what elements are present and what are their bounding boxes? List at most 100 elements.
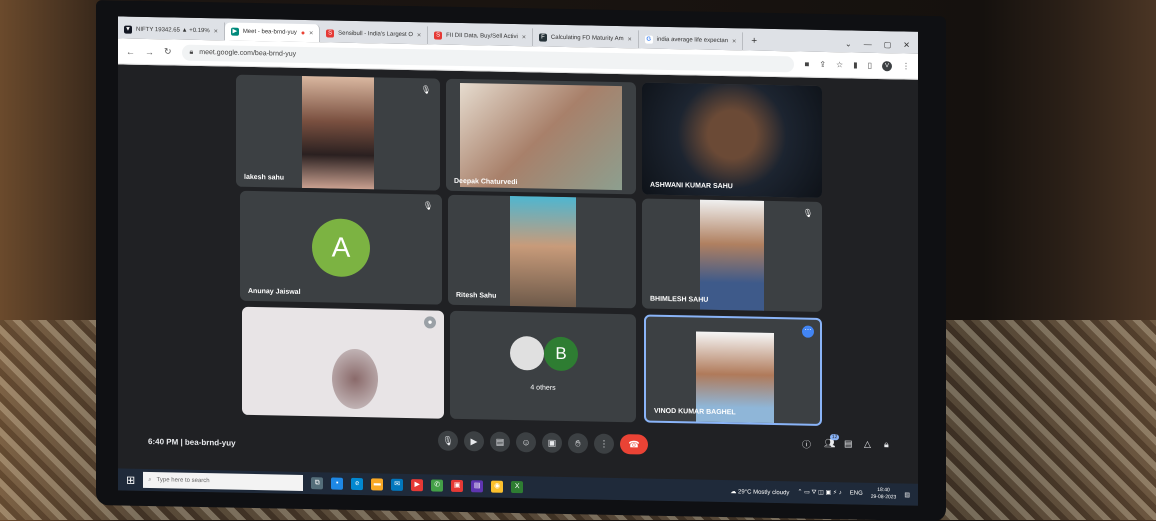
tab-nifty[interactable]: ▼ NIFTY 19342.65 ▲ +0.19% ×: [118, 20, 225, 41]
participant-tile-self[interactable]: ⋯ VINOD KUMAR BAGHEL: [644, 314, 822, 426]
bookmark-star-icon[interactable]: ☆: [836, 60, 843, 69]
profile-avatar[interactable]: V: [882, 60, 892, 71]
doc-icon: F: [538, 33, 547, 42]
more-options-button[interactable]: ⋮: [594, 433, 614, 454]
others-tile[interactable]: B 4 others: [450, 310, 636, 423]
maximize-icon[interactable]: ▢: [884, 40, 892, 49]
close-icon[interactable]: ×: [417, 32, 421, 39]
forward-icon[interactable]: →: [145, 46, 154, 56]
tab-sensibull[interactable]: S Sensibull - India's Largest O ×: [320, 24, 429, 45]
menu-icon[interactable]: ⋮: [902, 61, 910, 70]
participant-name: Anunay Jaiswal: [248, 287, 301, 296]
tab-fd-maturity[interactable]: F Calculating FD Maturity Am ×: [532, 28, 639, 49]
mail-icon[interactable]: ✉︎: [391, 478, 404, 491]
tradingview-icon: ▼: [124, 25, 132, 34]
captions-button[interactable]: ▤: [490, 431, 510, 452]
file-explorer-icon[interactable]: ▬: [371, 478, 384, 491]
mic-off-icon: 🎙︎: [422, 201, 434, 211]
close-icon[interactable]: ×: [732, 38, 736, 45]
participant-name: BHIMLESH SAHU: [650, 295, 709, 304]
tab-fii-dii[interactable]: S FII DII Data, Buy/Sell Activi ×: [428, 26, 533, 47]
host-controls-icon[interactable]: 🔒︎: [884, 439, 889, 450]
video-feed: [510, 195, 576, 308]
lock-icon: 🔒︎: [189, 48, 194, 56]
close-window-icon[interactable]: ✕: [903, 40, 910, 49]
leave-call-button[interactable]: ☎︎: [620, 434, 648, 455]
notes-icon[interactable]: ▤: [471, 480, 484, 493]
chat-icon[interactable]: ▤: [844, 438, 853, 449]
notifications-icon[interactable]: ▤: [904, 491, 910, 498]
raise-hand-button[interactable]: ✋︎: [568, 433, 588, 454]
camera-button[interactable]: ▶: [464, 431, 484, 452]
laptop-bezel: ▼ NIFTY 19342.65 ▲ +0.19% × ▶ Meet - bea…: [96, 0, 946, 521]
meeting-info: 6:40 PM | bea-brnd-yuy: [148, 436, 236, 448]
task-view-icon[interactable]: ⧉: [311, 477, 324, 490]
emoji-button[interactable]: ☺: [516, 432, 536, 453]
clock-date: 29-08-2023: [870, 493, 897, 501]
participant-tile[interactable]: ●: [242, 306, 444, 419]
app-icon[interactable]: ▣: [451, 479, 464, 493]
camera-icon[interactable]: ■: [804, 60, 809, 69]
taskbar-clock[interactable]: 18:40 29-08-2023: [871, 487, 897, 501]
weather-text: 29°C Mostly cloudy: [738, 488, 790, 496]
sensibull-icon: S: [326, 29, 335, 38]
avatar: [510, 335, 544, 371]
participant-name: VINOD KUMAR BAGHEL: [654, 407, 736, 417]
participant-tile[interactable]: 🎙︎ BHIMLESH SAHU: [642, 198, 822, 312]
cloud-icon: ☁︎: [730, 488, 737, 495]
close-icon[interactable]: ×: [309, 30, 313, 37]
language-indicator[interactable]: ENG: [850, 490, 863, 496]
new-tab-button[interactable]: +: [743, 32, 765, 50]
participant-tile[interactable]: Ritesh Sahu: [448, 194, 636, 309]
tab-label: Meet - bea-brnd-yuy: [242, 28, 297, 36]
taskbar-search[interactable]: ⌕ Type here to search: [143, 471, 304, 491]
tab-label: Calculating FD Maturity Am: [550, 34, 624, 43]
reload-icon[interactable]: ↻: [164, 46, 172, 57]
participant-tile[interactable]: Deepak Chaturvedi: [446, 78, 636, 195]
video-feed: [302, 75, 374, 190]
search-placeholder: Type here to search: [156, 477, 210, 485]
tab-label: NIFTY 19342.65 ▲ +0.19%: [136, 26, 210, 35]
app-icon[interactable]: ▪: [331, 477, 344, 490]
others-count: 4 others: [530, 384, 556, 392]
windows-taskbar: ⊞ ⌕ Type here to search ⧉ ▪ e ▬ ✉︎ ▶ ✆ ▣…: [118, 468, 918, 506]
edge-icon[interactable]: e: [351, 477, 364, 491]
minimize-icon[interactable]: —: [864, 39, 872, 48]
present-button[interactable]: ▣: [542, 432, 562, 453]
people-icon[interactable]: 👥︎ 12: [824, 434, 840, 449]
close-icon[interactable]: ×: [214, 28, 218, 35]
back-icon[interactable]: ←: [126, 46, 135, 56]
mic-off-icon: 🎙︎: [802, 208, 814, 218]
mic-off-icon: 🎙︎: [420, 85, 432, 95]
window-controls: ⌄ — ▢ ✕: [837, 34, 918, 54]
sidebar-icon[interactable]: ▯: [868, 61, 872, 70]
close-icon[interactable]: ×: [522, 34, 526, 41]
chevron-down-icon[interactable]: ⌄: [845, 39, 852, 48]
excel-icon[interactable]: X: [511, 480, 524, 494]
participant-tile[interactable]: 🎙︎ lakesh sahu: [236, 74, 440, 191]
url-text: meet.google.com/bea-brnd-yuy: [199, 48, 297, 58]
video-feed: [700, 199, 764, 311]
participant-tile[interactable]: ASHWANI KUMAR SAHU: [642, 82, 822, 198]
tab-google-search[interactable]: G india average life expectan ×: [638, 30, 744, 51]
chrome-icon[interactable]: ◉: [491, 480, 504, 493]
activities-icon[interactable]: △: [864, 439, 871, 450]
tab-meet[interactable]: ▶ Meet - bea-brnd-yuy ● ×: [224, 22, 321, 43]
close-icon[interactable]: ×: [628, 36, 632, 43]
youtube-icon[interactable]: ▶: [411, 479, 424, 492]
participant-name: Deepak Chaturvedi: [454, 177, 518, 187]
weather-widget[interactable]: ☁︎ 29°C Mostly cloudy: [730, 488, 789, 496]
mic-button[interactable]: 🎙︎: [438, 430, 458, 451]
windows-start-icon[interactable]: ⊞: [126, 473, 135, 486]
sensibull-icon: S: [434, 31, 443, 40]
whatsapp-icon[interactable]: ✆: [431, 479, 444, 492]
meet-icon: ▶: [230, 27, 239, 36]
system-tray[interactable]: ⌃ ▭ ⛛ ◫ ▣ ⚡︎ ♪: [797, 488, 841, 497]
share-icon[interactable]: ⇪: [819, 60, 826, 69]
info-icon[interactable]: ⓘ: [802, 438, 811, 451]
video-feed: [642, 82, 822, 198]
more-options-icon[interactable]: ⋯: [802, 325, 814, 338]
participant-tile[interactable]: A 🎙︎ Anunay Jaiswal: [240, 190, 442, 305]
clock-time: 18:40: [877, 487, 890, 494]
extensions-icon[interactable]: ▮: [853, 61, 857, 70]
